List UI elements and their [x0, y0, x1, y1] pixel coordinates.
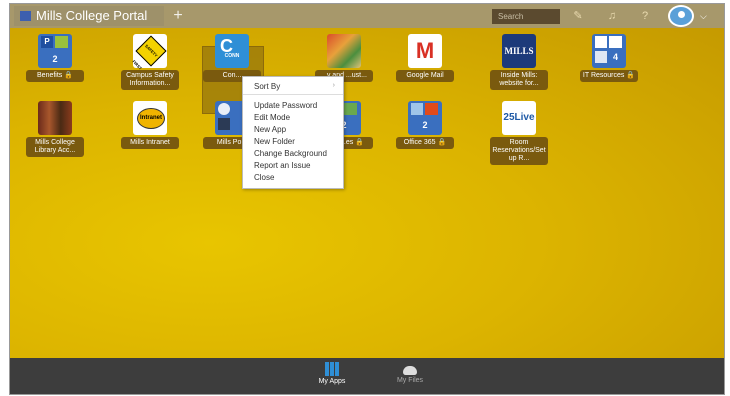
it-resources-folder-icon: 4: [592, 34, 626, 68]
bottom-bar: My Apps My Files: [10, 358, 724, 394]
25live-icon: 25Live: [502, 101, 536, 135]
app-desktop: P 2 Benefits 🔒 SAFETY FIRST Campus Safet…: [10, 28, 724, 358]
chevron-down-icon[interactable]: ⌵: [700, 8, 710, 24]
app-badge: 2: [422, 120, 428, 130]
help-icon[interactable]: ?: [637, 8, 653, 24]
app-tile[interactable]: ...y and ...ust...: [315, 34, 373, 82]
menu-item-change-background[interactable]: Change Background: [254, 148, 327, 159]
context-menu: Sort By › Update Password Edit Mode New …: [242, 76, 344, 189]
grid-icon: [325, 362, 339, 376]
app-badge: 4: [612, 52, 618, 62]
app-label: Office 365 🔒: [396, 137, 454, 149]
app-tile[interactable]: C CONN Con...: [203, 34, 261, 82]
library-books-icon: [38, 101, 72, 135]
menu-item-update-password[interactable]: Update Password: [254, 100, 317, 111]
lock-icon: 🔒: [355, 139, 364, 146]
app-badge: 2: [52, 54, 58, 64]
cloud-icon: [403, 366, 417, 375]
app-tile[interactable]: M Google Mail: [396, 34, 454, 82]
app-tile[interactable]: 4 IT Resources 🔒: [580, 34, 638, 82]
app-label: Room Reservations/Set up R...: [490, 137, 548, 165]
app-tile[interactable]: Mills College Library Acc...: [26, 101, 84, 157]
intranet-icon: Intranet: [133, 101, 167, 135]
menu-item-new-app[interactable]: New App: [254, 124, 286, 135]
app-label: Benefits 🔒: [26, 70, 84, 82]
app-label: Inside Mills: website for...: [490, 70, 548, 90]
app-tile[interactable]: Intranet Mills Intranet: [121, 101, 179, 149]
app-tile[interactable]: 2 Office 365 🔒: [396, 101, 454, 149]
app-tile[interactable]: P 2 Benefits 🔒: [26, 34, 84, 82]
app-label: Mills College Library Acc...: [26, 137, 84, 157]
bell-icon[interactable]: ♫: [604, 8, 620, 24]
edit-icon[interactable]: ✎: [570, 8, 586, 24]
safety-sign-icon: SAFETY FIRST: [131, 34, 167, 71]
app-label: IT Resources 🔒: [580, 70, 638, 82]
top-bar: Mills College Portal + Search ✎ ♫ ? ⌵: [10, 4, 724, 28]
search-input[interactable]: Search: [492, 9, 560, 24]
tab-mills-college-portal[interactable]: Mills College Portal: [14, 6, 164, 26]
app-tile[interactable]: 25Live Room Reservations/Set up R...: [490, 101, 548, 165]
user-avatar[interactable]: [668, 5, 694, 27]
add-tab-button[interactable]: +: [168, 6, 188, 26]
menu-item-edit-mode[interactable]: Edit Mode: [254, 112, 290, 123]
mills-logo-icon: MILLS: [502, 34, 536, 68]
connect-icon: C CONN: [215, 34, 249, 68]
tab-title: Mills College Portal: [36, 8, 148, 23]
office-365-folder-icon: 2: [408, 101, 442, 135]
app-label: Google Mail: [396, 70, 454, 82]
menu-item-new-folder[interactable]: New Folder: [254, 136, 295, 147]
menu-divider: [243, 94, 343, 95]
app-tile[interactable]: MILLS Inside Mills: website for...: [490, 34, 548, 90]
portal-window: Mills College Portal + Search ✎ ♫ ? ⌵ P …: [9, 3, 725, 395]
lock-icon: 🔒: [64, 72, 73, 79]
lock-icon: 🔒: [626, 72, 636, 79]
menu-item-close[interactable]: Close: [254, 172, 274, 183]
mills-logo-icon: [20, 11, 31, 21]
menu-item-sort-by[interactable]: Sort By: [254, 81, 280, 92]
my-apps-button[interactable]: My Apps: [300, 358, 364, 394]
gmail-icon: M: [408, 34, 442, 68]
submenu-arrow-icon: ›: [332, 82, 335, 89]
lock-icon: 🔒: [437, 139, 447, 146]
art-palette-icon: [327, 34, 361, 68]
app-label: Mills Intranet: [121, 137, 179, 149]
menu-item-report-an-issue[interactable]: Report an Issue: [254, 160, 310, 171]
benefits-folder-icon: P 2: [38, 34, 72, 68]
app-tile[interactable]: SAFETY FIRST Campus Safety Information..…: [121, 34, 179, 90]
my-files-button[interactable]: My Files: [378, 358, 442, 394]
